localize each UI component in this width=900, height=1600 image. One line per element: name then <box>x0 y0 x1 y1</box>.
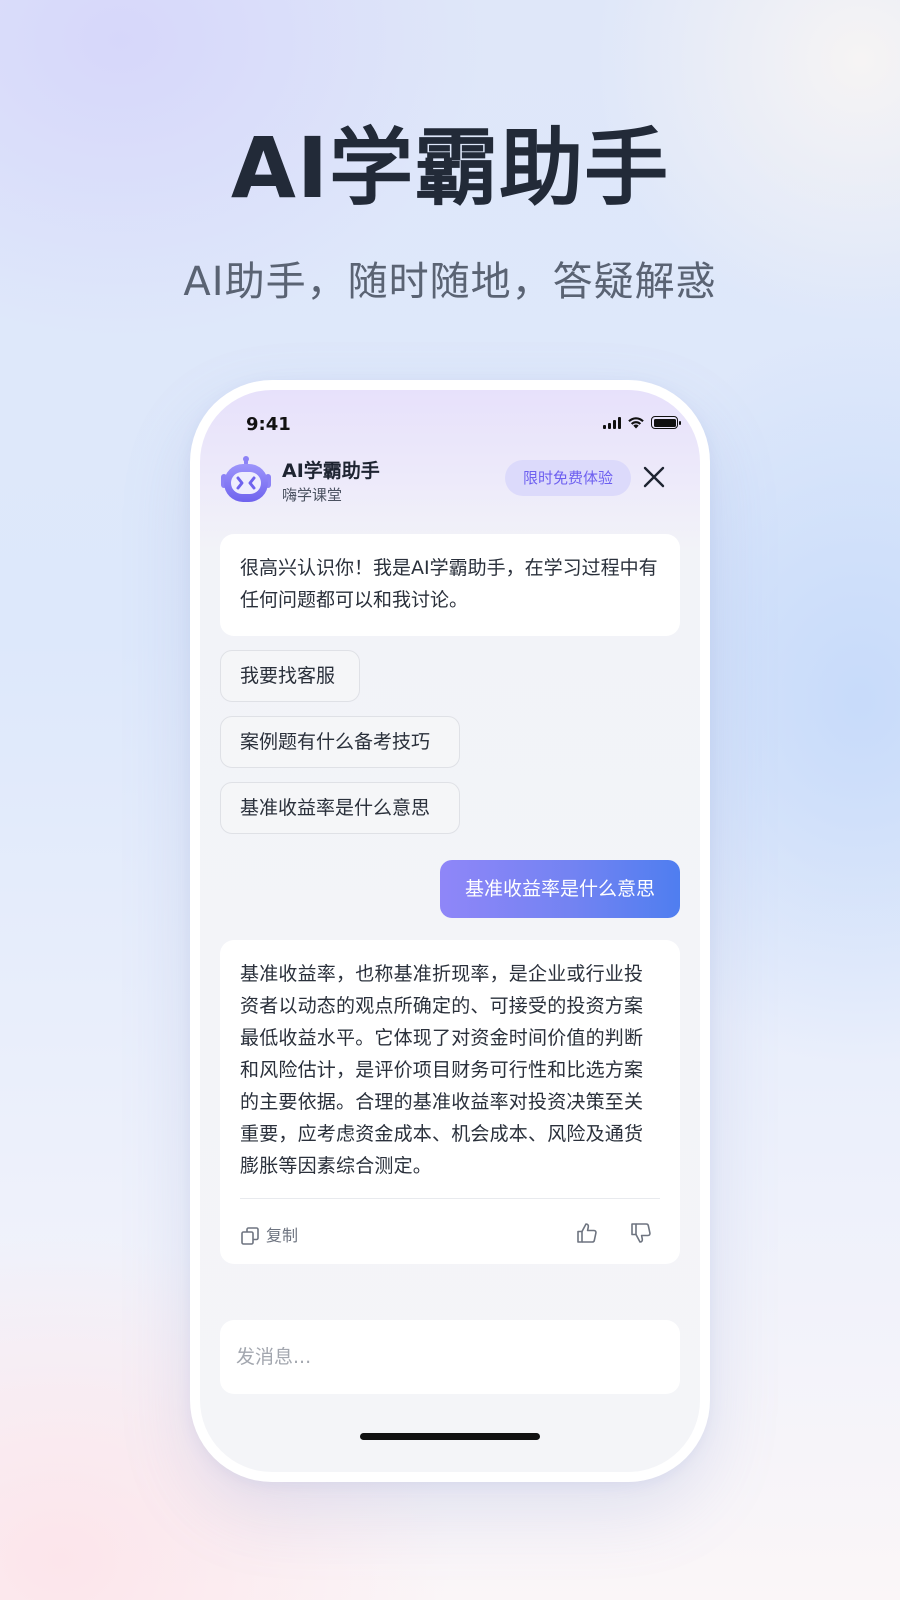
message-input[interactable]: 发消息... <box>220 1320 680 1394</box>
phone-frame: 9:41 AI学霸助手 嗨学课堂 限时免费体验 很高兴认识你！我是AI学霸助手，… <box>190 380 710 1482</box>
hero-title: AI学霸助手 <box>230 119 670 217</box>
copy-icon <box>241 1227 259 1245</box>
phone-screen: 9:41 AI学霸助手 嗨学课堂 限时免费体验 很高兴认识你！我是AI学霸助手，… <box>200 390 700 1472</box>
app-name: AI学霸助手 <box>282 460 380 482</box>
chat-header: AI学霸助手 嗨学课堂 限时免费体验 <box>200 450 700 514</box>
battery-icon <box>651 416 681 429</box>
quick-reply-customer-service[interactable]: 我要找客服 <box>220 650 360 702</box>
app-subtitle: 嗨学课堂 <box>282 486 343 504</box>
copy-button[interactable]: 复制 <box>240 1220 298 1252</box>
quick-reply-case-study-tips[interactable]: 案例题有什么备考技巧 <box>220 716 460 768</box>
wifi-icon <box>628 417 644 429</box>
signal-icon <box>603 416 621 429</box>
answer-divider <box>240 1198 660 1199</box>
status-icons <box>603 416 681 429</box>
hero-subtitle: AI助手，随时随地，答疑解惑 <box>183 259 717 305</box>
thumbs-up-icon[interactable] <box>576 1222 598 1244</box>
robot-avatar-icon <box>221 456 271 502</box>
user-message: 基准收益率是什么意思 <box>440 860 680 918</box>
promo-badge[interactable]: 限时免费体验 <box>505 460 631 496</box>
copy-label: 复制 <box>266 1226 299 1245</box>
answer-text: 基准收益率，也称基准折现率，是企业或行业投资者以动态的观点所确定的、可接受的投资… <box>240 963 644 1177</box>
status-bar: 9:41 <box>200 390 700 450</box>
bot-answer-message: 基准收益率，也称基准折现率，是企业或行业投资者以动态的观点所确定的、可接受的投资… <box>220 940 680 1264</box>
close-icon[interactable] <box>642 465 666 489</box>
quick-reply-benchmark-rate[interactable]: 基准收益率是什么意思 <box>220 782 460 834</box>
status-time: 9:41 <box>246 414 291 435</box>
thumbs-down-icon[interactable] <box>630 1222 652 1244</box>
home-indicator <box>360 1433 540 1440</box>
bot-greeting-message: 很高兴认识你！我是AI学霸助手，在学习过程中有任何问题都可以和我讨论。 <box>220 534 680 636</box>
